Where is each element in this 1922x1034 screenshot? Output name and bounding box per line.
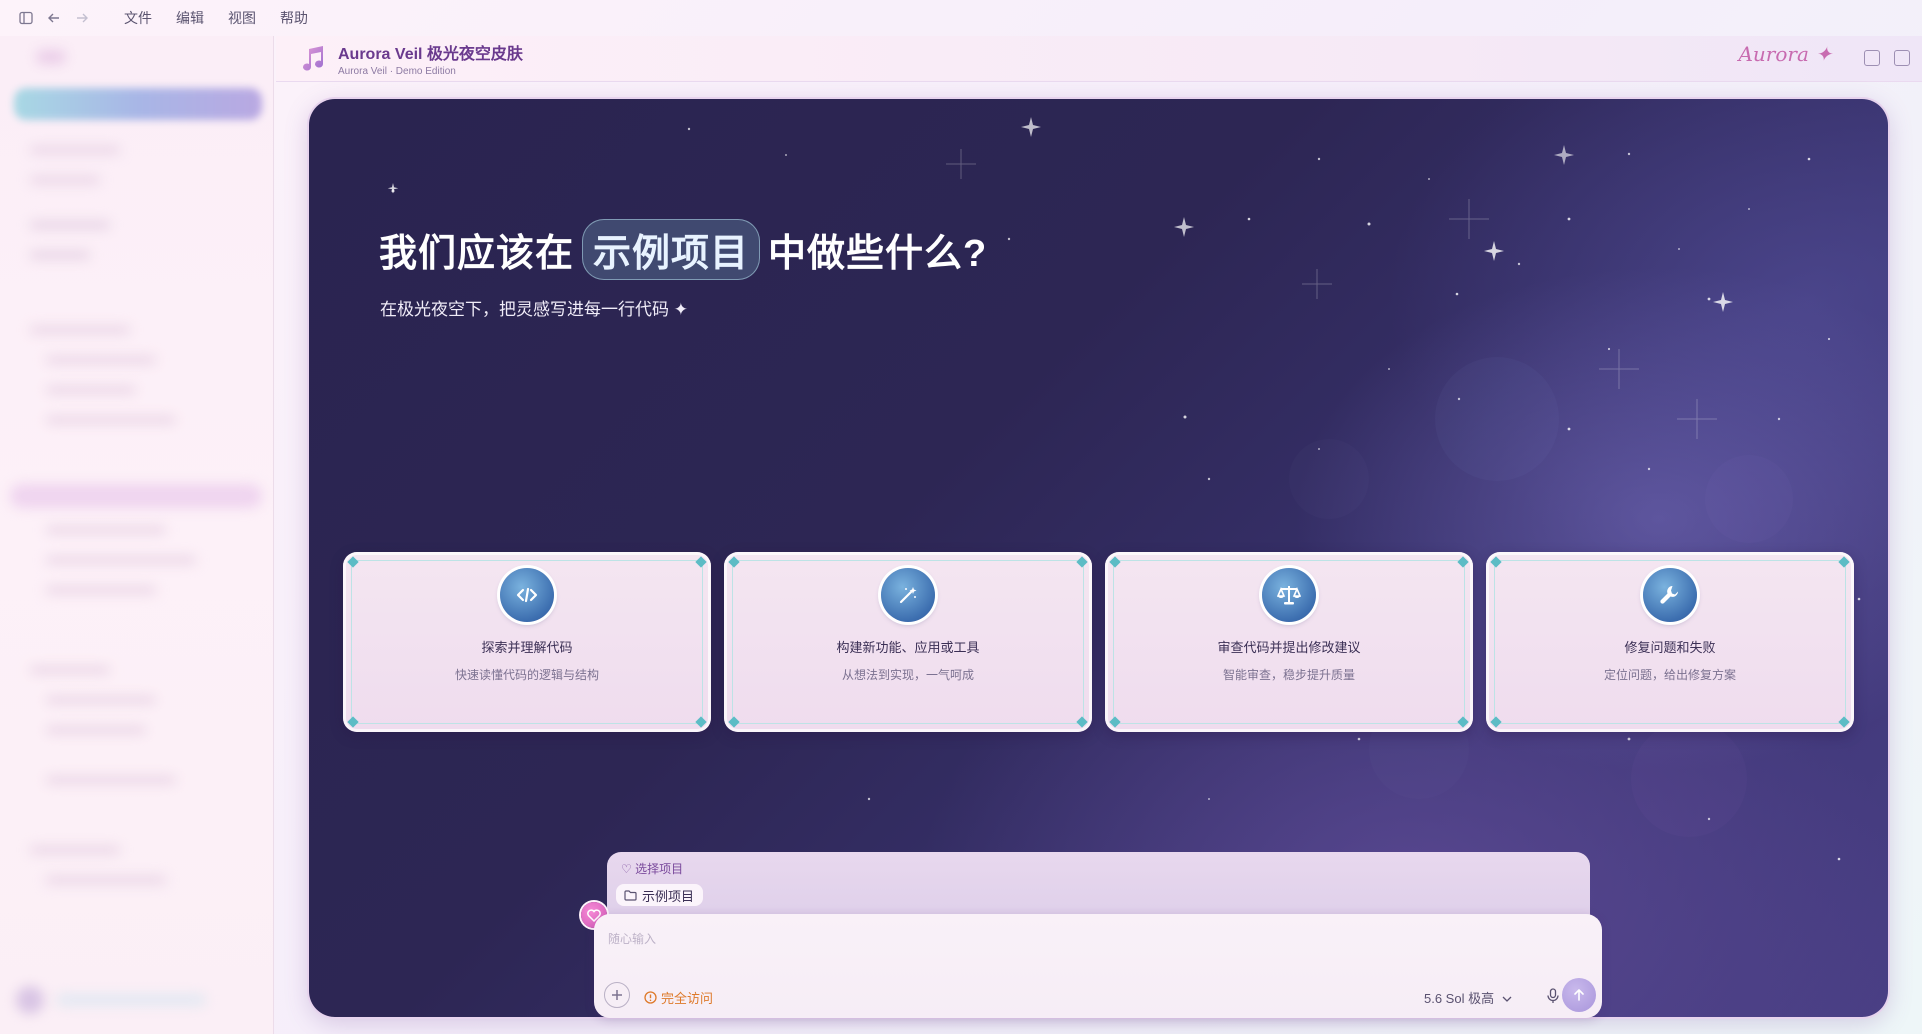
forward-arrow-icon[interactable]	[68, 4, 96, 32]
sidebar-blurred-item[interactable]	[30, 176, 100, 184]
warning-circle-icon	[644, 991, 657, 1004]
full-access-label: 完全访问	[661, 991, 714, 1006]
sidebar-blurred-item	[36, 50, 66, 64]
message-composer: 随心输入 完全访问 5.6 Sol 极高	[594, 914, 1602, 1018]
attach-button[interactable]	[604, 982, 630, 1008]
model-label: 5.6 Sol 极高	[1424, 991, 1495, 1006]
sidebar-active-item[interactable]	[10, 484, 262, 508]
sidebar-blurred-item[interactable]	[46, 416, 176, 424]
card-frame	[351, 560, 703, 724]
project-selector: ♡ 选择项目 示例项目	[607, 852, 1590, 916]
avatar[interactable]	[16, 986, 44, 1014]
folder-icon	[624, 889, 637, 901]
arrow-up-icon	[1574, 989, 1584, 1001]
sidebar-blurred-item[interactable]	[46, 356, 156, 364]
sidebar-blurred-item[interactable]	[30, 846, 120, 854]
page-title: 我们应该在 示例项目 中做些什么?	[379, 219, 987, 280]
project-chip[interactable]: 示例项目	[616, 884, 704, 906]
card-review-code[interactable]: 审查代码并提出修改建议 智能审查，稳步提升质量	[1105, 552, 1473, 732]
title-prefix: 我们应该在	[379, 233, 575, 275]
card-frame	[1113, 560, 1465, 724]
menu-edit[interactable]: 编辑	[164, 8, 216, 28]
project-chip-label: 示例项目	[642, 888, 695, 904]
app-title: Aurora Veil 极光夜空皮肤	[338, 46, 523, 63]
sidebar-blurred-item[interactable]	[46, 586, 156, 594]
send-button[interactable]	[1562, 978, 1596, 1012]
app-subtitle: Aurora Veil · Demo Edition	[338, 66, 456, 77]
sidebar-toggle-icon[interactable]	[12, 4, 40, 32]
card-frame	[1494, 560, 1846, 724]
message-input[interactable]: 随心输入	[608, 930, 656, 947]
sidebar-blurred-item[interactable]	[46, 876, 166, 884]
suggestion-cards: 探索并理解代码 快速读懂代码的逻辑与结构 构建新功能、应用或工具 从想法到实现，…	[343, 552, 1854, 732]
page-subtitle: 在极光夜空下，把灵感写进每一行代码 ✦	[380, 300, 688, 319]
microphone-icon[interactable]	[1546, 988, 1560, 1004]
plus-icon	[612, 990, 622, 1000]
panel-toggle-icon[interactable]	[1894, 50, 1910, 66]
card-fix-issues[interactable]: 修复问题和失败 定位问题，给出修复方案	[1486, 552, 1854, 732]
menu-view[interactable]: 视图	[216, 8, 268, 28]
sidebar-blurred-item[interactable]	[46, 696, 156, 704]
sidebar-blurred-item[interactable]	[30, 326, 130, 334]
sidebar-account-label[interactable]	[56, 994, 206, 1006]
sidebar-blurred-item[interactable]	[46, 776, 176, 784]
sidebar-new-chat-button[interactable]	[14, 88, 262, 120]
menu-help[interactable]: 帮助	[268, 8, 320, 28]
title-suffix: 中做些什么?	[768, 233, 988, 275]
card-frame	[732, 560, 1084, 724]
brand-logo: Aurora ✦	[1738, 42, 1832, 66]
full-access-toggle[interactable]: 完全访问	[644, 988, 713, 1007]
menu-file[interactable]: 文件	[112, 8, 164, 28]
sidebar	[0, 36, 274, 1034]
select-project-label: ♡ 选择项目	[621, 862, 684, 876]
sidebar-blurred-item[interactable]	[30, 251, 90, 259]
back-arrow-icon[interactable]	[40, 4, 68, 32]
sidebar-blurred-item[interactable]	[30, 146, 120, 154]
music-note-icon	[298, 44, 328, 74]
sidebar-blurred-item[interactable]	[30, 666, 110, 674]
minimize-icon[interactable]	[1864, 50, 1880, 66]
card-build-feature[interactable]: 构建新功能、应用或工具 从想法到实现，一气呵成	[724, 552, 1092, 732]
title-bar: Aurora Veil 极光夜空皮肤 Aurora Veil · Demo Ed…	[276, 36, 1922, 82]
sidebar-blurred-item[interactable]	[46, 386, 136, 394]
title-block: Aurora Veil 极光夜空皮肤 Aurora Veil · Demo Ed…	[338, 40, 523, 77]
project-name-pill[interactable]: 示例项目	[582, 219, 761, 280]
chevron-down-icon	[1502, 996, 1512, 1002]
menu-bar: 文件 编辑 视图 帮助	[0, 0, 1922, 36]
sidebar-blurred-item[interactable]	[46, 726, 146, 734]
sidebar-blurred-item[interactable]	[30, 221, 110, 229]
sidebar-blurred-item[interactable]	[46, 526, 166, 534]
model-selector[interactable]: 5.6 Sol 极高	[1424, 988, 1512, 1007]
card-explore-code[interactable]: 探索并理解代码 快速读懂代码的逻辑与结构	[343, 552, 711, 732]
sidebar-blurred-item[interactable]	[46, 556, 196, 564]
